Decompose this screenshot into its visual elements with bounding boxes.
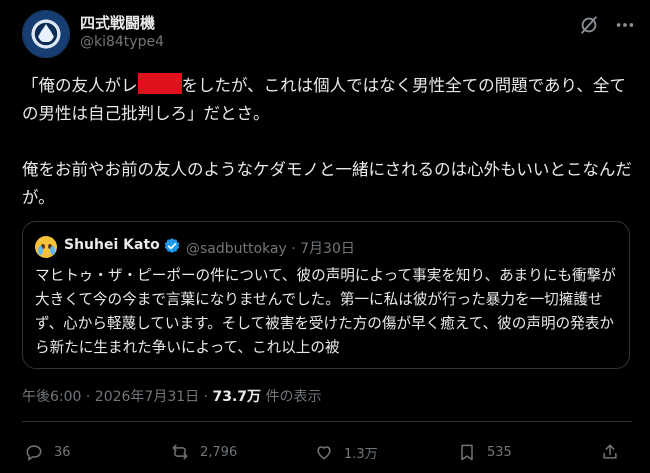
redaction-block <box>137 73 182 94</box>
tweet-text: 「俺の友人がレ をしたが、これは個人ではなく男性全ての問題であり、全ての男性は自己… <box>22 72 632 212</box>
reply-icon <box>26 445 42 461</box>
quote-author-handle-date: @sadbuttokay · 7月30日 <box>186 241 355 257</box>
tweet-text-part1: 「俺の友人がレ <box>22 76 138 95</box>
author-display-name[interactable]: 四式戦闘機 <box>80 12 155 33</box>
view-count: 73.7万 <box>212 389 262 405</box>
share-icon <box>603 444 617 459</box>
bookmark-icon <box>461 444 473 461</box>
like-button[interactable]: 1.3万 <box>314 440 378 464</box>
repost-icon <box>172 444 188 460</box>
tweet-meta: 午後6:00 · 2026年7月31日 · 73.7万 件の表示 <box>22 386 322 406</box>
tweet-timestamp[interactable]: 午後6:00 · 2026年7月31日 · <box>22 389 213 405</box>
more-icon[interactable] <box>614 14 636 36</box>
quote-author-avatar <box>35 236 57 258</box>
repost-count: 2,796 <box>200 444 238 460</box>
avatar-tear-left <box>38 246 43 255</box>
like-count: 1.3万 <box>344 446 378 462</box>
repost-button[interactable]: 2,796 <box>170 440 237 464</box>
quoted-tweet[interactable]: Shuhei Kato @sadbuttokay · 7月30日 マヒトゥ・ザ・… <box>22 221 630 369</box>
reply-count: 36 <box>54 444 71 460</box>
author-avatar[interactable] <box>22 10 70 58</box>
tweet-text-part2: をしたが、これは個人ではなく男性全ての問題であり、全ての男性は自己批判しろ」だと… <box>22 76 632 207</box>
bookmark-button[interactable]: 535 <box>457 440 512 464</box>
quote-author-name: Shuhei Kato <box>64 237 160 253</box>
quote-text: マヒトゥ・ザ・ピーポーの件について、彼の声明によって事実を知り、あまりにも衝撃が… <box>35 267 616 356</box>
view-suffix: 件の表示 <box>261 389 322 405</box>
bookmark-count: 535 <box>487 444 512 460</box>
share-button[interactable] <box>600 440 630 464</box>
author-handle[interactable]: @ki84type4 <box>80 34 164 50</box>
like-icon <box>317 446 331 460</box>
avatar-emblem <box>38 24 54 42</box>
divider <box>22 421 632 422</box>
tweet-header: 四式戦闘機 @ki84type4 <box>22 10 650 66</box>
reply-button[interactable]: 36 <box>24 440 71 464</box>
action-bar: 36 2,796 1.3万 535 <box>0 440 650 464</box>
verified-icon <box>164 238 180 253</box>
grok-icon[interactable] <box>578 14 600 36</box>
avatar-tear-right <box>50 246 55 255</box>
